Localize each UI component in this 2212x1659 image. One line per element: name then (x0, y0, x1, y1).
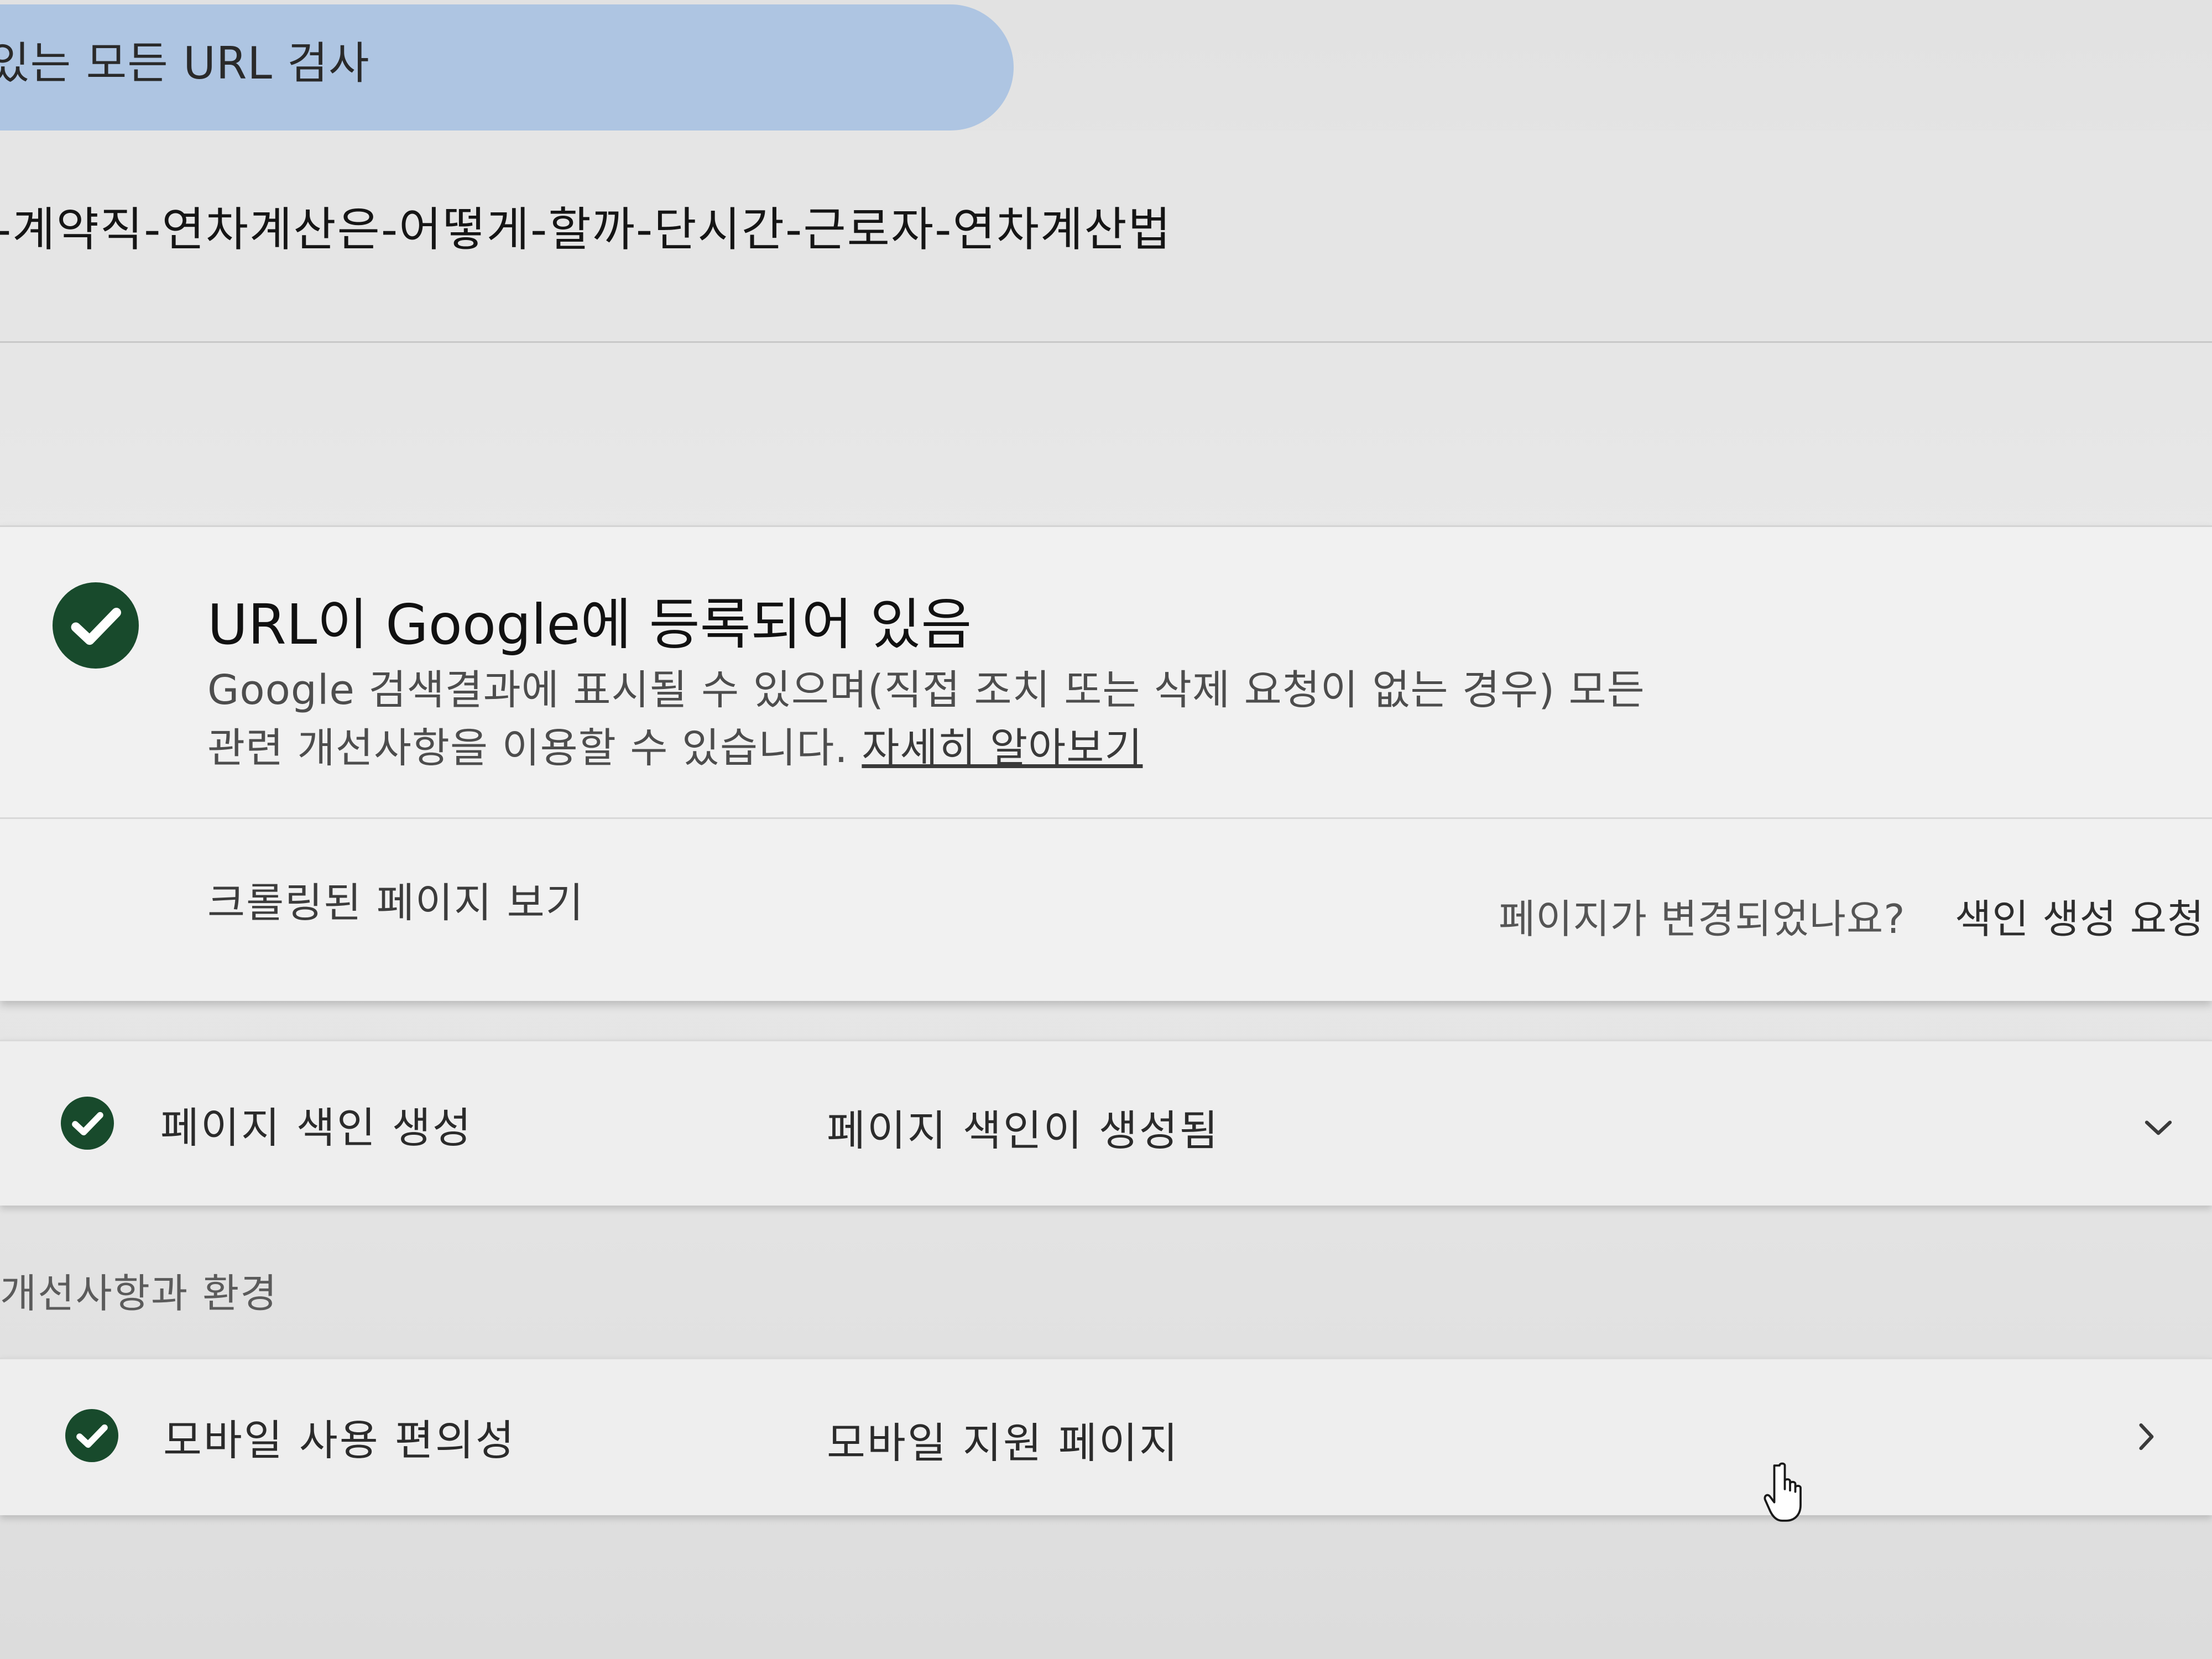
view-crawled-page-button[interactable]: 크롤링된 페이지 보기 (207, 870, 585, 929)
url-inspection-page: 있는 모든 URL 검사 -계약직-연차계산은-어떻게-할까-단시간-근로자-연… (0, 0, 2212, 1659)
check-circle-icon (65, 1409, 118, 1462)
status-title: URL이 Google에 등록되어 있음 (207, 592, 972, 657)
status-description-line-2: 관련 개선사항을 이용할 수 있습니다. 자세히 알아보기 (207, 715, 1142, 774)
inspected-url-header: -계약직-연차계산은-어떻게-할까-단시간-근로자-연차계산법 (0, 131, 2212, 343)
mobile-usability-status: 모바일 지원 페이지 (827, 1418, 1180, 1468)
mobile-usability-row[interactable]: 모바일 사용 편의성 모바일 지원 페이지 (0, 1358, 2212, 1515)
hand-pointer-icon (1759, 1460, 1811, 1526)
page-indexing-row[interactable]: 페이지 색인 생성 페이지 색인이 생성됨 (0, 1040, 2212, 1206)
search-input-text[interactable]: 있는 모든 URL 검사 (0, 28, 370, 92)
enhancements-section-title: 개선사항과 환경 (0, 1270, 278, 1317)
mobile-usability-label: 모바일 사용 편의성 (163, 1416, 516, 1465)
check-circle-icon (61, 1097, 114, 1150)
page-indexing-status: 페이지 색인이 생성됨 (827, 1106, 1220, 1155)
page-indexing-label: 페이지 색인 생성 (160, 1103, 473, 1152)
status-description-line-1: Google 검색결과에 표시될 수 있으며(직접 조치 또는 삭제 요청이 없… (207, 666, 1645, 714)
chevron-down-icon[interactable] (2139, 1108, 2178, 1146)
request-indexing-button[interactable]: 색인 생성 요청 (1955, 886, 2204, 945)
check-circle-icon (53, 582, 139, 669)
card-divider (0, 817, 2212, 819)
index-status-card: URL이 Google에 등록되어 있음 Google 검색결과에 표시될 수 … (0, 525, 2212, 1001)
inspected-url: -계약직-연차계산은-어떻게-할까-단시간-근로자-연차계산법 (0, 202, 1172, 257)
page-changed-question: 페이지가 변경되었나요? (1499, 896, 1906, 942)
chevron-right-icon[interactable] (2126, 1417, 2165, 1456)
status-description-text: 관련 개선사항을 이용할 수 있습니다. (207, 724, 848, 772)
learn-more-link[interactable]: 자세히 알아보기 (862, 724, 1142, 772)
